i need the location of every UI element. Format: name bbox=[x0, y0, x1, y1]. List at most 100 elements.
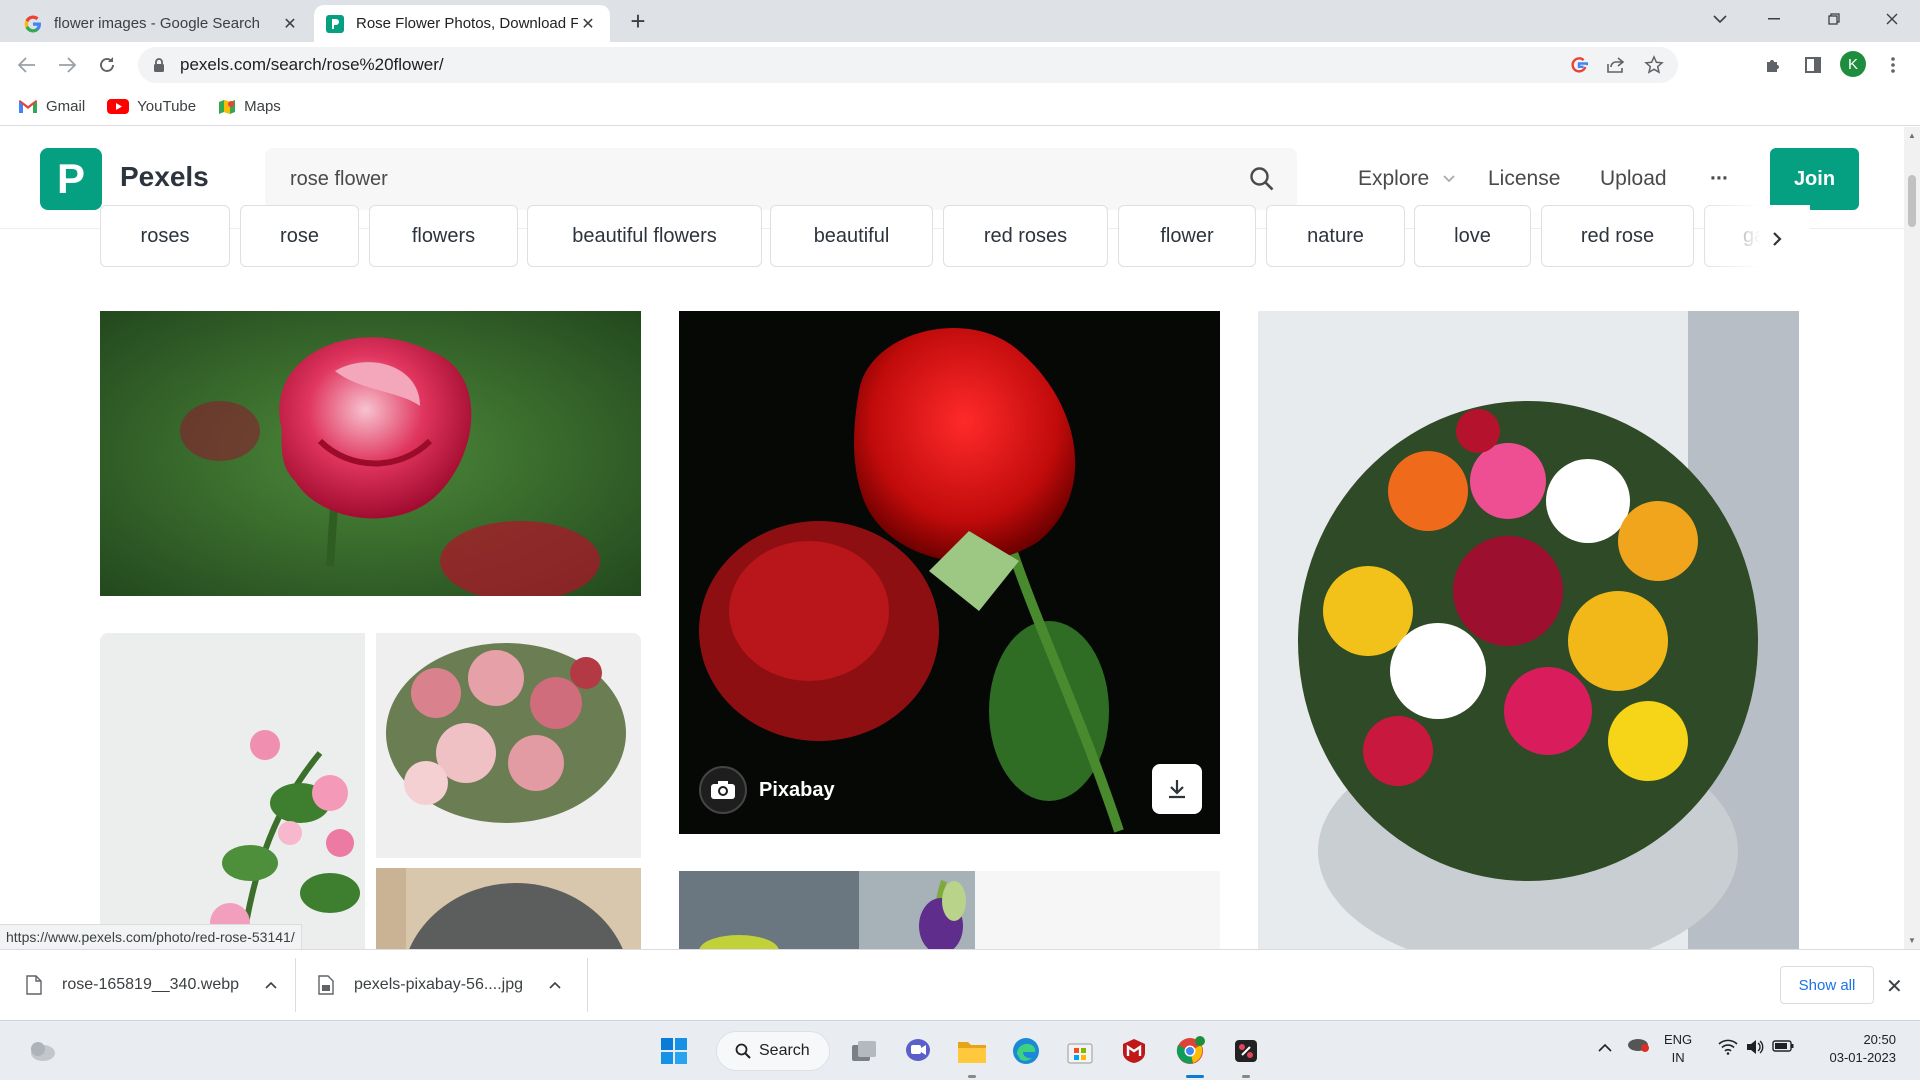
search-icon[interactable] bbox=[1249, 166, 1275, 192]
download-item[interactable]: rose-165819__340.webp bbox=[26, 958, 277, 1012]
tag-chip[interactable]: nature bbox=[1266, 205, 1405, 267]
close-shelf-icon[interactable]: ✕ bbox=[1886, 974, 1903, 999]
browser-toolbar: pexels.com/search/rose%20flower/ bbox=[0, 42, 1920, 88]
reload-icon[interactable] bbox=[92, 50, 122, 80]
snipping-tool-icon[interactable] bbox=[1228, 1033, 1264, 1069]
tag-chip[interactable]: flowers bbox=[369, 205, 518, 267]
mcafee-icon[interactable] bbox=[1116, 1033, 1152, 1069]
photo-red-rose[interactable]: Pixabay bbox=[679, 311, 1220, 834]
clock-date: 03-01-2023 bbox=[1829, 1050, 1897, 1065]
profile-avatar[interactable]: K bbox=[1840, 51, 1866, 77]
new-tab-button[interactable]: + bbox=[624, 8, 652, 36]
credit-name: Pixabay bbox=[759, 778, 835, 801]
tab-strip: flower images - Google Search ✕ Rose Flo… bbox=[0, 0, 1920, 42]
language-code: ENG bbox=[1664, 1032, 1693, 1047]
back-icon[interactable] bbox=[12, 50, 42, 80]
extensions-icon[interactable] bbox=[1758, 50, 1788, 80]
side-panel-icon[interactable] bbox=[1798, 50, 1828, 80]
shelf-divider bbox=[587, 958, 588, 1012]
bookmark-youtube[interactable]: YouTube bbox=[107, 98, 196, 115]
show-all-button[interactable]: Show all bbox=[1780, 966, 1874, 1004]
chrome-menu-icon[interactable] bbox=[1878, 50, 1908, 80]
edge-icon[interactable] bbox=[1008, 1033, 1044, 1069]
bookmark-maps[interactable]: Maps bbox=[218, 98, 281, 116]
tag-chip[interactable]: roses bbox=[100, 205, 230, 267]
share-icon[interactable] bbox=[1606, 56, 1626, 74]
download-filename: pexels-pixabay-56....jpg bbox=[354, 976, 523, 993]
tag-chip[interactable]: red roses bbox=[943, 205, 1108, 267]
page-scrollbar[interactable]: ▲ ▼ bbox=[1904, 127, 1920, 949]
photo-search-input[interactable] bbox=[290, 167, 1190, 191]
windows-start-icon[interactable] bbox=[656, 1033, 692, 1069]
join-button[interactable]: Join bbox=[1770, 148, 1859, 210]
region-code: IN bbox=[1671, 1050, 1685, 1065]
pexels-icon bbox=[326, 14, 344, 33]
page-viewport: P Pexels Explore License Upload ··· Join… bbox=[0, 127, 1904, 949]
tag-chip[interactable]: flower bbox=[1118, 205, 1256, 267]
download-item[interactable]: pexels-pixabay-56....jpg bbox=[318, 958, 561, 1012]
tag-chip[interactable]: beautiful flowers bbox=[527, 205, 762, 267]
upload-link[interactable]: Upload bbox=[1600, 167, 1667, 191]
tab-pexels[interactable]: Rose Flower Photos, Download Fr ✕ bbox=[314, 5, 610, 42]
more-menu-icon[interactable]: ··· bbox=[1710, 167, 1729, 191]
bookmark-label: Gmail bbox=[46, 98, 86, 115]
camera-icon bbox=[699, 766, 747, 814]
tab-search-icon[interactable] bbox=[1692, 0, 1748, 38]
file-explorer-icon[interactable] bbox=[954, 1033, 990, 1069]
explore-menu[interactable]: Explore bbox=[1358, 167, 1455, 191]
bookmark-label: Maps bbox=[244, 98, 281, 115]
scrollbar-thumb[interactable] bbox=[1908, 175, 1916, 227]
chevron-up-icon[interactable] bbox=[1598, 1039, 1612, 1057]
microsoft-store-icon[interactable] bbox=[1062, 1033, 1098, 1069]
photographer-credit[interactable]: Pixabay bbox=[699, 766, 835, 814]
license-link[interactable]: License bbox=[1488, 167, 1560, 191]
tab-title: Rose Flower Photos, Download Fr bbox=[356, 15, 578, 32]
pexels-logo[interactable]: P bbox=[40, 148, 102, 210]
download-icon[interactable] bbox=[1152, 764, 1202, 814]
window-close-icon[interactable] bbox=[1864, 0, 1920, 38]
close-tab-icon[interactable]: ✕ bbox=[280, 14, 300, 34]
bookmark-gmail[interactable]: Gmail bbox=[18, 98, 85, 115]
photo-search-box[interactable] bbox=[265, 148, 1297, 210]
restore-icon[interactable] bbox=[1806, 0, 1862, 38]
scroll-down-icon[interactable]: ▼ bbox=[1907, 936, 1917, 945]
tag-chip[interactable]: beautiful bbox=[770, 205, 933, 267]
windows-taskbar: Search ENG IN 20:50 03-01-2023 bbox=[0, 1020, 1920, 1080]
download-filename: rose-165819__340.webp bbox=[62, 976, 240, 993]
language-indicator[interactable]: ENG IN bbox=[1664, 1031, 1692, 1067]
chrome-icon[interactable] bbox=[1172, 1033, 1208, 1069]
chevron-up-icon[interactable] bbox=[549, 981, 561, 989]
photo-flower-bouquet[interactable] bbox=[1258, 311, 1799, 949]
pexels-brand-name[interactable]: Pexels bbox=[120, 161, 209, 193]
photo-grey-vase[interactable] bbox=[376, 868, 641, 949]
close-tab-icon[interactable]: ✕ bbox=[578, 14, 598, 34]
tag-chip[interactable]: red rose bbox=[1541, 205, 1694, 267]
bookmark-star-icon[interactable] bbox=[1644, 55, 1664, 75]
onedrive-icon[interactable] bbox=[1626, 1035, 1650, 1058]
minimize-icon[interactable] bbox=[1746, 0, 1802, 38]
google-lens-icon[interactable] bbox=[1570, 56, 1588, 74]
photo-pink-rose-bush[interactable] bbox=[100, 633, 365, 949]
photo-pink-roses-bouquet[interactable] bbox=[376, 633, 641, 858]
clock[interactable]: 20:50 03-01-2023 bbox=[1820, 1031, 1897, 1067]
teams-chat-icon[interactable] bbox=[900, 1033, 936, 1069]
weather-icon[interactable] bbox=[24, 1033, 60, 1069]
tab-google-search[interactable]: flower images - Google Search ✕ bbox=[12, 5, 312, 42]
tag-chip[interactable]: love bbox=[1414, 205, 1531, 267]
address-bar[interactable]: pexels.com/search/rose%20flower/ bbox=[138, 47, 1678, 83]
scroll-up-icon[interactable]: ▲ bbox=[1907, 131, 1917, 140]
active-indicator bbox=[1186, 1075, 1204, 1078]
taskbar-search[interactable]: Search bbox=[716, 1031, 830, 1071]
task-view-icon[interactable] bbox=[846, 1033, 882, 1069]
shelf-divider bbox=[295, 958, 296, 1012]
wifi-icon bbox=[1718, 1039, 1738, 1055]
photo-purple-flower[interactable] bbox=[679, 871, 1220, 949]
system-tray-icons[interactable] bbox=[1718, 1039, 1794, 1055]
file-icon bbox=[26, 975, 42, 995]
chevron-right-icon[interactable] bbox=[1772, 227, 1782, 253]
tag-chip[interactable]: rose bbox=[240, 205, 359, 267]
photo-pink-rose[interactable] bbox=[100, 311, 641, 596]
forward-icon[interactable] bbox=[52, 50, 82, 80]
chevron-up-icon[interactable] bbox=[265, 981, 277, 989]
clock-time: 20:50 bbox=[1863, 1032, 1896, 1047]
